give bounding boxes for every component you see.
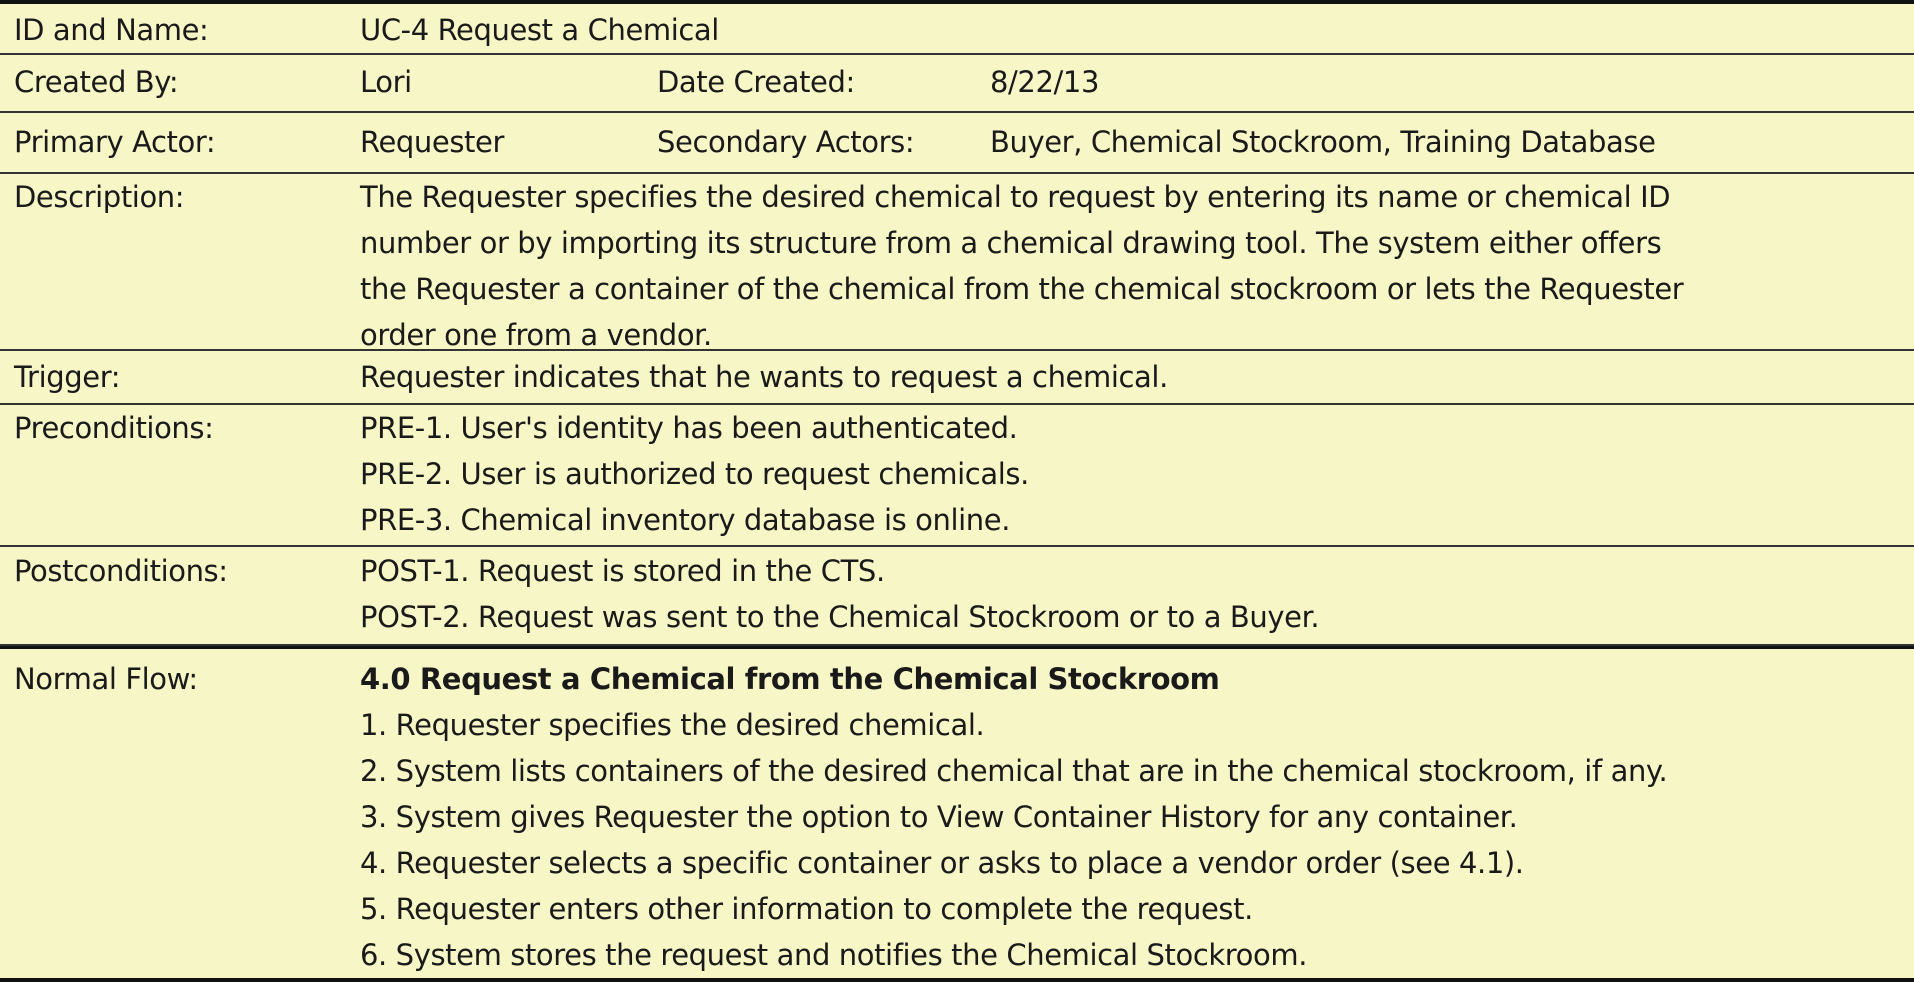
- trigger-label: Trigger:: [14, 360, 121, 394]
- preconditions-list: PRE-1. User's identity has been authenti…: [360, 405, 1894, 543]
- row-description: Description: The Requester specifies the…: [0, 174, 1914, 352]
- date-created-value: 8/22/13: [990, 65, 1099, 99]
- secondary-actors-value: Buyer, Chemical Stockroom, Training Data…: [990, 125, 1656, 159]
- normal-flow-step: 2. System lists containers of the desire…: [360, 754, 1668, 788]
- postconditions-label: Postconditions:: [14, 554, 228, 588]
- normal-flow-step: 5. Requester enters other information to…: [360, 892, 1253, 926]
- precondition-item: PRE-3. Chemical inventory database is on…: [360, 503, 1011, 537]
- preconditions-label: Preconditions:: [14, 411, 214, 445]
- row-preconditions: Preconditions: PRE-1. User's identity ha…: [0, 405, 1914, 547]
- row-normal-flow: Normal Flow: 4.0 Request a Chemical from…: [0, 646, 1914, 982]
- use-case-table: ID and Name: UC-4 Request a Chemical Cre…: [0, 0, 1914, 982]
- row-id-name: ID and Name: UC-4 Request a Chemical: [0, 0, 1914, 55]
- normal-flow-step: 6. System stores the request and notifie…: [360, 938, 1308, 972]
- description-line: The Requester specifies the desired chem…: [360, 180, 1671, 214]
- created-by-label: Created By:: [14, 65, 179, 99]
- postcondition-item: POST-1. Request is stored in the CTS.: [360, 554, 885, 588]
- postconditions-list: POST-1. Request is stored in the CTS. PO…: [360, 548, 1894, 640]
- precondition-item: PRE-1. User's identity has been authenti…: [360, 411, 1018, 445]
- trigger-value: Requester indicates that he wants to req…: [360, 360, 1168, 394]
- row-created-by: Created By: Lori Date Created: 8/22/13: [0, 55, 1914, 113]
- normal-flow-heading: 4.0 Request a Chemical from the Chemical…: [360, 662, 1220, 696]
- normal-flow-step: 3. System gives Requester the option to …: [360, 800, 1518, 834]
- normal-flow-step: 1. Requester specifies the desired chemi…: [360, 708, 985, 742]
- precondition-item: PRE-2. User is authorized to request che…: [360, 457, 1029, 491]
- postcondition-item: POST-2. Request was sent to the Chemical…: [360, 600, 1320, 634]
- date-created-label: Date Created:: [657, 65, 855, 99]
- row-trigger: Trigger: Requester indicates that he wan…: [0, 351, 1914, 405]
- row-postconditions: Postconditions: POST-1. Request is store…: [0, 547, 1914, 646]
- secondary-actors-label: Secondary Actors:: [657, 125, 915, 159]
- description-line: number or by importing its structure fro…: [360, 226, 1662, 260]
- normal-flow-content: 4.0 Request a Chemical from the Chemical…: [360, 656, 1894, 978]
- normal-flow-step: 4. Requester selects a specific containe…: [360, 846, 1524, 880]
- created-by-value: Lori: [360, 65, 412, 99]
- id-name-label: ID and Name:: [14, 13, 209, 47]
- id-name-value: UC-4 Request a Chemical: [360, 13, 719, 47]
- description-label: Description:: [14, 180, 185, 214]
- primary-actor-label: Primary Actor:: [14, 125, 216, 159]
- normal-flow-label: Normal Flow:: [14, 662, 198, 696]
- description-line: the Requester a container of the chemica…: [360, 272, 1684, 306]
- description-text: The Requester specifies the desired chem…: [360, 174, 1894, 358]
- row-actors: Primary Actor: Requester Secondary Actor…: [0, 113, 1914, 174]
